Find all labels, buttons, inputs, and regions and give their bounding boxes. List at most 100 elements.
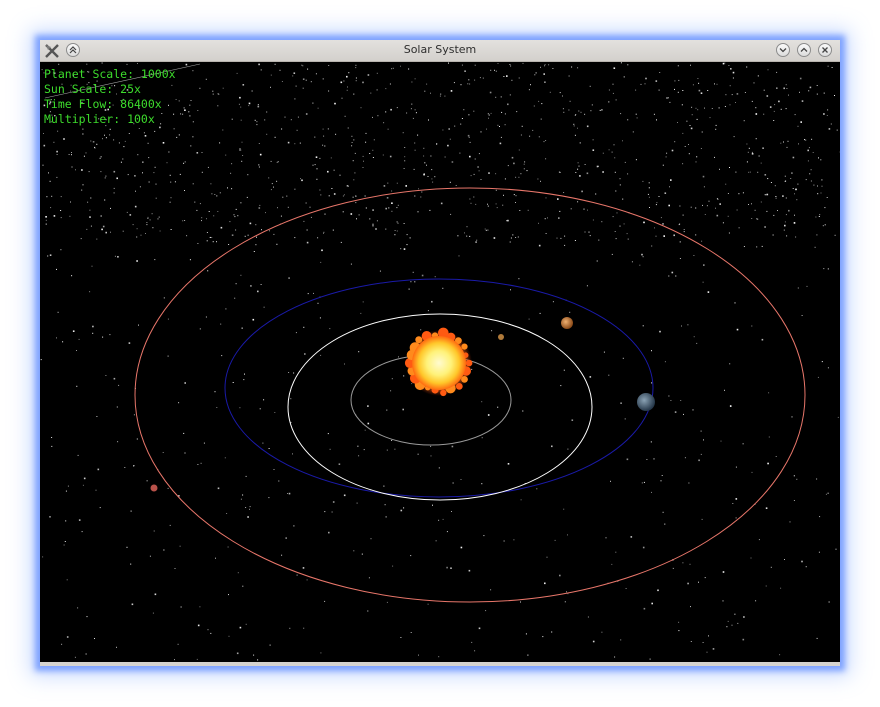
star xyxy=(142,161,144,163)
star xyxy=(722,62,725,65)
star xyxy=(194,201,196,203)
star xyxy=(724,62,726,64)
titlebar[interactable]: Solar System xyxy=(40,40,840,62)
star xyxy=(703,264,705,266)
star xyxy=(377,115,379,117)
star xyxy=(793,475,795,477)
star xyxy=(521,125,523,127)
star xyxy=(714,156,715,158)
star xyxy=(320,354,322,356)
star xyxy=(485,229,487,231)
star xyxy=(481,437,483,439)
star xyxy=(356,502,358,504)
star xyxy=(534,74,536,76)
star xyxy=(587,616,589,618)
star xyxy=(80,238,82,240)
star xyxy=(216,241,217,243)
star xyxy=(100,215,102,217)
planet-mars[interactable] xyxy=(150,484,158,492)
star xyxy=(438,467,440,469)
star xyxy=(708,635,709,637)
star xyxy=(518,176,520,178)
star xyxy=(192,183,194,185)
star xyxy=(76,350,77,351)
star xyxy=(577,168,579,170)
star xyxy=(495,70,497,72)
star xyxy=(579,142,581,144)
star xyxy=(355,64,357,66)
star xyxy=(468,136,470,138)
star xyxy=(442,287,444,289)
star xyxy=(385,88,387,90)
star xyxy=(658,196,660,197)
star xyxy=(786,235,788,237)
close-icon xyxy=(822,47,828,53)
star xyxy=(725,94,727,96)
minimize-button[interactable] xyxy=(776,43,790,57)
star xyxy=(469,141,471,143)
star xyxy=(682,163,684,165)
star xyxy=(212,90,214,92)
star xyxy=(174,568,176,569)
star xyxy=(56,176,58,178)
star xyxy=(77,454,79,456)
close-button[interactable] xyxy=(818,43,832,57)
star xyxy=(116,177,118,180)
star xyxy=(414,142,416,144)
star xyxy=(715,124,717,126)
star xyxy=(387,128,389,130)
star xyxy=(578,110,580,112)
star xyxy=(271,183,273,185)
star xyxy=(528,89,530,91)
star xyxy=(562,95,563,97)
star xyxy=(736,93,739,95)
star xyxy=(153,172,155,174)
star xyxy=(49,254,52,256)
star xyxy=(182,113,184,115)
maximize-button[interactable] xyxy=(797,43,811,57)
star xyxy=(783,229,785,231)
star xyxy=(809,86,812,89)
star xyxy=(355,77,357,79)
star xyxy=(820,192,822,194)
star xyxy=(216,407,218,408)
star xyxy=(303,220,305,222)
star xyxy=(695,234,697,236)
star xyxy=(372,209,374,211)
star xyxy=(167,318,169,320)
star xyxy=(681,104,683,106)
star xyxy=(515,195,517,197)
planet-venus[interactable] xyxy=(561,317,573,329)
star xyxy=(261,229,262,231)
star xyxy=(212,93,214,95)
star xyxy=(773,110,775,112)
star xyxy=(294,98,296,100)
planet-mercury[interactable] xyxy=(498,334,504,340)
star xyxy=(51,445,53,447)
scene-canvas[interactable] xyxy=(40,62,840,662)
star xyxy=(823,92,825,94)
star xyxy=(719,203,721,205)
star xyxy=(444,156,446,158)
star xyxy=(100,171,102,173)
star xyxy=(49,516,51,518)
star xyxy=(397,222,399,224)
star xyxy=(655,204,657,206)
star xyxy=(222,129,224,131)
star xyxy=(668,275,670,277)
star xyxy=(379,270,381,272)
star xyxy=(788,94,789,96)
star xyxy=(211,193,213,195)
star xyxy=(199,203,201,205)
star xyxy=(431,169,433,171)
star xyxy=(671,149,674,152)
star xyxy=(276,161,278,163)
star xyxy=(122,158,124,160)
star xyxy=(791,172,793,174)
star xyxy=(46,196,48,198)
star xyxy=(305,79,307,81)
star xyxy=(813,184,815,186)
star xyxy=(423,155,425,157)
planet-earth[interactable] xyxy=(637,393,655,411)
star xyxy=(791,416,793,418)
